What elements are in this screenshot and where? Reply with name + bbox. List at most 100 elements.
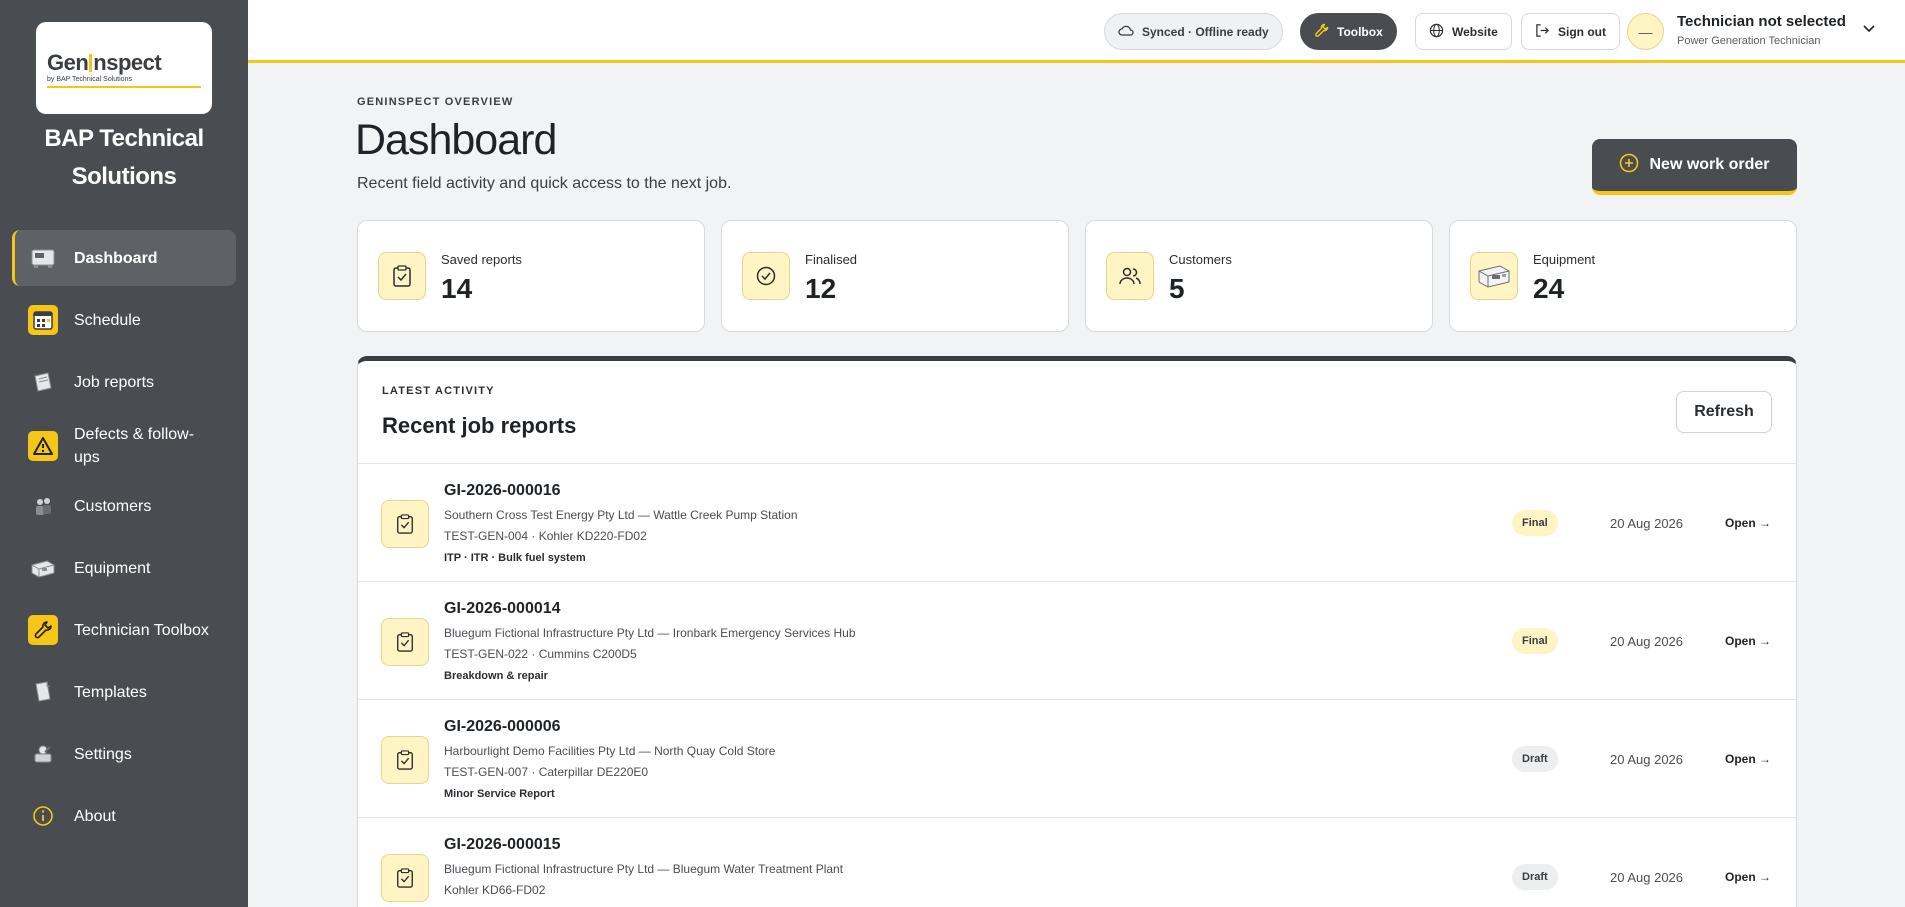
globe-icon (1429, 23, 1444, 41)
sidebar-item-settings[interactable]: Settings (12, 726, 236, 782)
sidebar-item-label: Technician Toolbox (74, 621, 209, 639)
stat-card-saved-reports[interactable]: Saved reports 14 (357, 220, 705, 332)
sidebar-item-equipment[interactable]: Equipment (12, 540, 236, 596)
table-row[interactable]: GI-2026-000016 Southern Cross Test Energ… (358, 463, 1796, 581)
sidebar-item-label: Job reports (74, 373, 155, 391)
stat-value: 14 (441, 273, 473, 304)
users-icon (1106, 252, 1154, 300)
open-link[interactable]: Open → (1725, 752, 1771, 766)
sign-out-icon (1535, 23, 1550, 41)
open-link[interactable]: Open → (1725, 516, 1771, 530)
page-eyebrow: GENINSPECT OVERVIEW (357, 96, 514, 108)
status-badge: Draft (1512, 864, 1558, 890)
open-link[interactable]: Open → (1725, 634, 1771, 648)
sidebar-item-customers[interactable]: Customers (12, 478, 236, 534)
sidebar-item-label: Customers (74, 497, 152, 515)
brand-line-2: Solutions (71, 163, 177, 190)
report-customer: Harbourlight Demo Facilities Pty Ltd — N… (444, 744, 776, 758)
sidebar-item-defects[interactable]: Defects & follow-ups (12, 416, 236, 476)
report-id[interactable]: GI-2026-000015 (444, 836, 561, 854)
open-link[interactable]: Open → (1725, 870, 1771, 884)
report-date: 20 Aug 2026 (1610, 634, 1684, 649)
sidebar-item-about[interactable]: About (12, 788, 236, 844)
report-type: Breakdown & repair (444, 670, 548, 682)
logo-i-bar (89, 54, 93, 72)
sidebar-item-technician-toolbox[interactable]: Technician Toolbox (12, 602, 236, 658)
sidebar-item-label: Settings (74, 745, 132, 763)
stat-card-customers[interactable]: Customers 5 (1085, 220, 1433, 332)
wrench-icon (28, 615, 58, 645)
sidebar-item-label: About (74, 807, 116, 825)
stat-card-finalised[interactable]: Finalised 12 (721, 220, 1069, 332)
table-row[interactable]: GI-2026-000006 Harbourlight Demo Facilit… (358, 699, 1796, 817)
templates-icon (28, 677, 58, 707)
latest-activity-panel: LATEST ACTIVITY Recent job reports Refre… (357, 356, 1797, 907)
chevron-down-icon[interactable] (1860, 20, 1878, 38)
customers-icon (28, 491, 58, 521)
report-customer: Bluegum Fictional Infrastructure Pty Ltd… (444, 626, 856, 640)
report-id[interactable]: GI-2026-000006 (444, 718, 561, 736)
table-row[interactable]: GI-2026-000015 Bluegum Fictional Infrast… (358, 817, 1796, 907)
warning-icon (28, 431, 58, 461)
user-name[interactable]: Technician not selected (1677, 13, 1846, 30)
info-icon (28, 801, 58, 831)
plus-circle-icon (1619, 153, 1639, 178)
stat-label: Finalised (805, 252, 858, 267)
clipboard-check-icon (381, 854, 429, 902)
sidebar: Gen nspect by BAP Technical Solutions BAP… (0, 0, 248, 907)
stat-label: Saved reports (441, 252, 522, 267)
page-subtitle: Recent field activity and quick access t… (357, 175, 732, 192)
sign-out-button[interactable]: Sign out (1521, 13, 1620, 50)
new-work-order-label: New work order (1649, 156, 1770, 173)
clipboard-check-icon (378, 252, 426, 300)
report-id[interactable]: GI-2026-000016 (444, 482, 561, 500)
stat-value: 12 (805, 273, 837, 304)
website-button[interactable]: Website (1415, 13, 1512, 50)
app-logo[interactable]: Gen nspect by BAP Technical Solutions (36, 22, 212, 114)
report-type: Minor Service Report (444, 788, 555, 800)
report-customer: Southern Cross Test Energy Pty Ltd — Wat… (444, 508, 798, 522)
sidebar-item-label: Equipment (74, 559, 151, 577)
sidebar-item-schedule[interactable]: Schedule (12, 292, 236, 348)
logo-wordmark: Gen nspect (47, 50, 162, 75)
new-work-order-button[interactable]: New work order (1592, 139, 1797, 195)
stat-value: 24 (1533, 273, 1565, 304)
panel-eyebrow: LATEST ACTIVITY (382, 385, 495, 397)
toolbox-button[interactable]: Toolbox (1300, 13, 1397, 50)
settings-icon (28, 739, 58, 769)
avatar[interactable]: — (1627, 13, 1664, 50)
clipboard-check-icon (381, 500, 429, 548)
report-date: 20 Aug 2026 (1610, 870, 1684, 885)
panel-title: Recent job reports (382, 413, 577, 438)
toolbox-label: Toolbox (1337, 24, 1383, 39)
refresh-button[interactable]: Refresh (1676, 391, 1772, 433)
sidebar-item-label: Dashboard (74, 249, 158, 267)
cloud-icon (1118, 24, 1134, 39)
brand-line-1: BAP Technical (44, 125, 204, 152)
table-row[interactable]: GI-2026-000014 Bluegum Fictional Infrast… (358, 581, 1796, 699)
website-label: Website (1452, 24, 1498, 39)
sidebar-item-job-reports[interactable]: Job reports (12, 354, 236, 410)
status-badge: Draft (1512, 746, 1558, 772)
equipment-icon (28, 553, 58, 583)
wrench-icon (1314, 23, 1329, 41)
report-equipment: Kohler KD66-FD02 (444, 883, 546, 897)
report-id[interactable]: GI-2026-000014 (444, 600, 561, 618)
sync-status[interactable]: Synced · Offline ready (1104, 13, 1283, 50)
status-badge: Final (1512, 510, 1558, 536)
sidebar-item-templates[interactable]: Templates (12, 664, 236, 720)
sidebar-item-dashboard[interactable]: Dashboard (12, 230, 236, 286)
report-customer: Bluegum Fictional Infrastructure Pty Ltd… (444, 862, 844, 876)
calendar-icon (28, 305, 58, 335)
report-icon (28, 367, 58, 397)
sidebar-item-label: Templates (74, 683, 147, 701)
stat-label: Equipment (1533, 252, 1596, 267)
generator-icon (1470, 252, 1518, 300)
clipboard-check-icon (381, 618, 429, 666)
sync-status-label: Synced · Offline ready (1142, 24, 1269, 39)
logo-tagline: by BAP Technical Solutions (47, 76, 132, 83)
stat-card-equipment[interactable]: Equipment 24 (1449, 220, 1797, 332)
report-equipment: TEST-GEN-007 · Caterpillar DE220E0 (444, 765, 649, 779)
page-title: Dashboard (355, 116, 557, 164)
sign-out-label: Sign out (1558, 24, 1606, 39)
